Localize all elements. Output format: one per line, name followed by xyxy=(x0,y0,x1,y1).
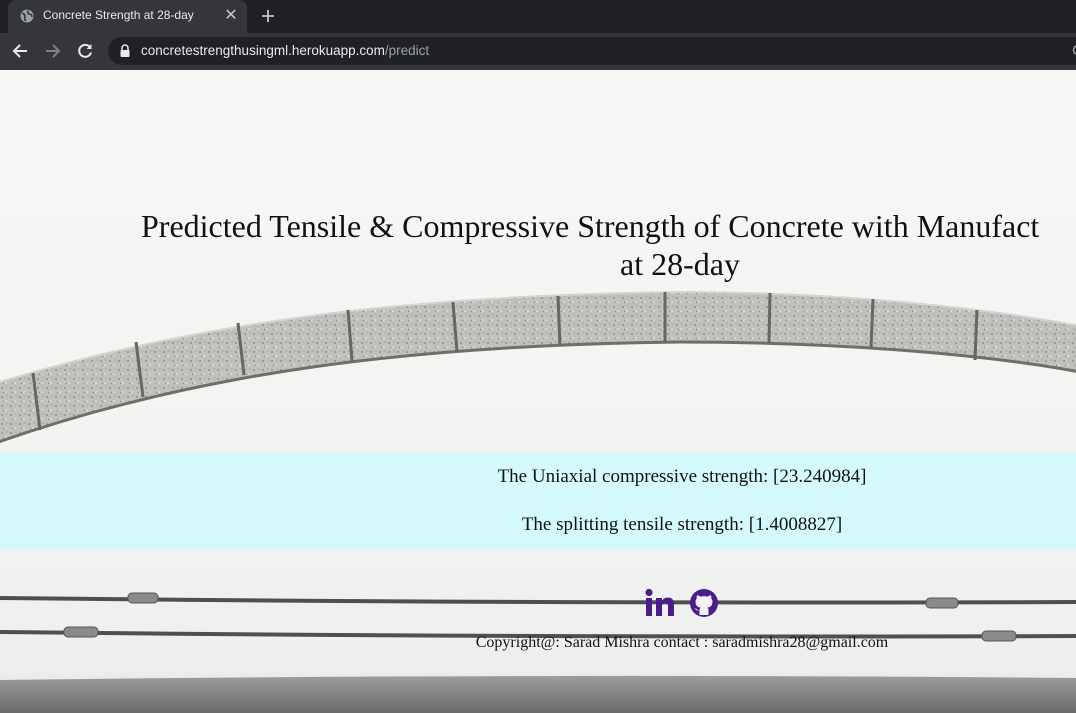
url-text[interactable]: concretestrengthusingml.herokuapp.com/pr… xyxy=(141,43,429,58)
background-image xyxy=(0,290,1076,713)
github-icon[interactable] xyxy=(689,588,719,618)
page-content: Predicted Tensile & Compressive Strength… xyxy=(0,70,1076,713)
lock-icon[interactable] xyxy=(119,44,131,58)
copyright-text: Copyright@: Sarad Mishra contact : sarad… xyxy=(475,634,889,651)
forward-icon[interactable] xyxy=(43,41,63,61)
tab-close-icon[interactable]: ✕ xyxy=(223,8,239,24)
page-title-line2: at 28-day xyxy=(620,246,740,282)
url-domain: concretestrengthusingml.herokuapp.com xyxy=(141,43,385,58)
tab-title: Concrete Strength at 28-day xyxy=(43,8,194,22)
new-tab-icon[interactable] xyxy=(259,7,277,25)
results-panel: The Uniaxial compressive strength: [23.2… xyxy=(0,452,1076,550)
back-icon[interactable] xyxy=(10,41,30,61)
zoom-icon[interactable] xyxy=(1070,44,1076,58)
tensile-strength-result: The splitting tensile strength: [1.40088… xyxy=(521,514,843,535)
globe-icon xyxy=(20,9,34,23)
browser-tabstrip: Concrete Strength at 28-day ✕ xyxy=(0,0,1076,33)
url-path: /predict xyxy=(384,43,430,58)
browser-toolbar: concretestrengthusingml.herokuapp.com/pr… xyxy=(0,33,1076,70)
address-bar[interactable]: concretestrengthusingml.herokuapp.com/pr… xyxy=(108,37,1076,65)
compressive-strength-result: The Uniaxial compressive strength: [23.2… xyxy=(497,466,867,487)
linkedin-icon[interactable] xyxy=(645,588,675,618)
reload-icon[interactable] xyxy=(75,41,95,61)
browser-tab[interactable]: Concrete Strength at 28-day ✕ xyxy=(8,0,247,33)
page-title-line1: Predicted Tensile & Compressive Strength… xyxy=(141,208,1040,244)
